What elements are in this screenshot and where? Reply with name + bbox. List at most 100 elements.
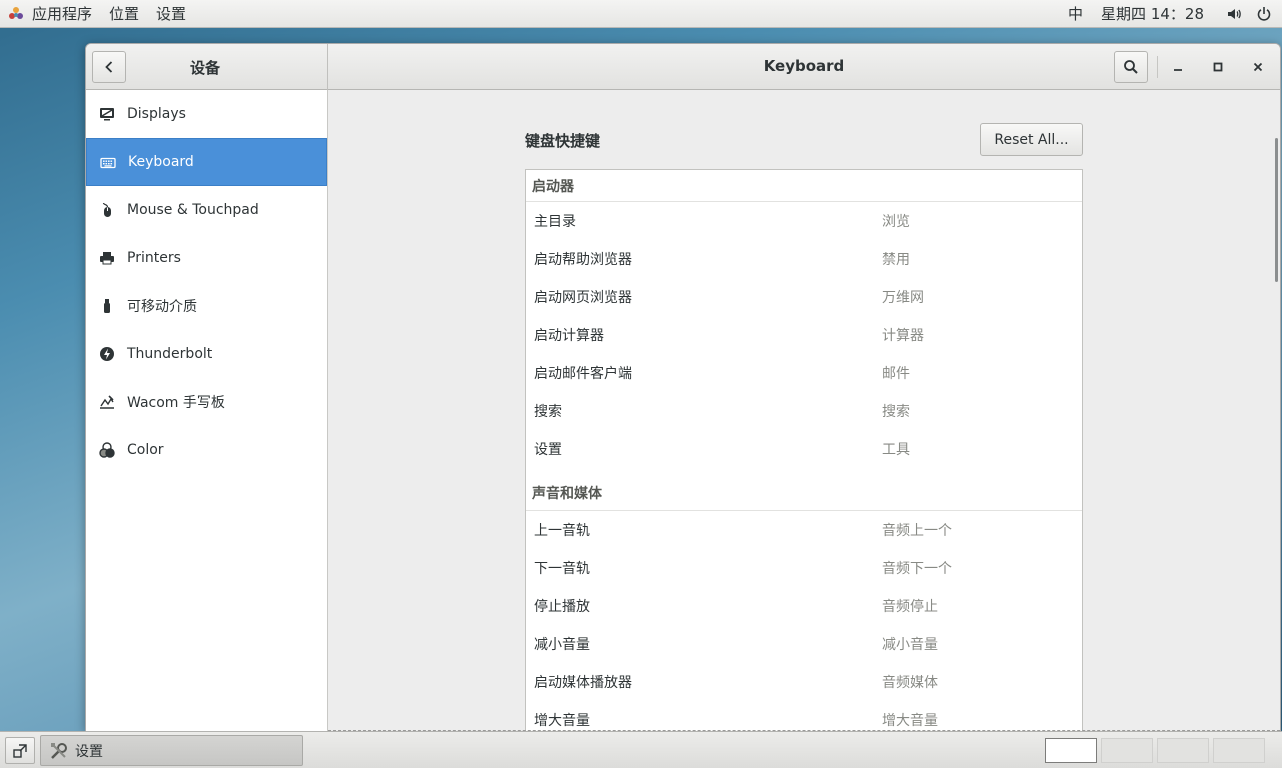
minimize-icon <box>1174 69 1182 71</box>
taskbar-item-label: 设置 <box>75 743 103 760</box>
shortcut-row[interactable]: 启动计算器 计算器 <box>526 316 1082 354</box>
shortcut-binding: 搜索 <box>882 404 910 420</box>
shortcut-action: 搜索 <box>534 404 562 420</box>
search-icon <box>1124 60 1138 74</box>
sidebar-item-displays[interactable]: Displays <box>86 90 327 138</box>
sidebar-item-label: Mouse & Touchpad <box>127 202 259 218</box>
sidebar-item-thunderbolt[interactable]: Thunderbolt <box>86 330 327 378</box>
sidebar-item-keyboard[interactable]: Keyboard <box>86 138 327 186</box>
close-icon <box>1253 62 1263 72</box>
device-sidebar: Displays Keyboard Mouse & Touchpad Print… <box>86 90 328 731</box>
shortcut-action: 启动网页浏览器 <box>534 290 632 306</box>
sidebar-item-label: Thunderbolt <box>127 346 213 362</box>
applications-icon <box>9 6 23 19</box>
sidebar-item-removable-media[interactable]: 可移动介质 <box>86 282 327 330</box>
shortcut-row[interactable]: 增大音量 增大音量 <box>526 701 1082 731</box>
sidebar-item-label: Displays <box>127 106 186 122</box>
shortcut-row[interactable]: 启动邮件客户端 邮件 <box>526 354 1082 392</box>
sidebar-title: 设备 <box>190 59 221 77</box>
workspace-4[interactable] <box>1213 738 1265 763</box>
mouse-icon <box>102 202 111 217</box>
sidebar-item-label: Wacom 手写板 <box>127 395 225 411</box>
shortcut-binding: 浏览 <box>882 214 910 230</box>
sidebar-item-mouse-touchpad[interactable]: Mouse & Touchpad <box>86 186 327 234</box>
shortcut-row[interactable]: 启动媒体播放器 音频媒体 <box>526 663 1082 701</box>
group-header-sound-media: 声音和媒体 <box>526 476 1082 511</box>
shortcut-binding: 禁用 <box>882 252 910 268</box>
close-button[interactable] <box>1246 55 1270 79</box>
applications-menu[interactable]: 应用程序 <box>26 3 103 24</box>
bottom-taskbar: 设置 <box>0 731 1282 768</box>
shortcut-action: 设置 <box>534 442 562 458</box>
power-icon[interactable] <box>1256 6 1272 22</box>
chevron-left-icon <box>105 61 113 73</box>
show-desktop-button[interactable] <box>5 737 35 764</box>
shortcut-action: 启动计算器 <box>534 328 604 344</box>
shortcuts-section-title: 键盘快捷键 <box>525 132 601 150</box>
tablet-icon <box>100 395 114 409</box>
shortcut-row[interactable]: 设置 工具 <box>526 430 1082 468</box>
shortcut-action: 启动邮件客户端 <box>534 366 632 382</box>
usb-media-icon <box>104 299 110 313</box>
keyboard-shortcuts-panel: 键盘快捷键 Reset All... 启动器 主目录 浏览 启动帮助浏览器 禁用… <box>328 90 1280 731</box>
shortcut-action: 增大音量 <box>534 713 590 729</box>
display-icon <box>100 108 114 121</box>
sidebar-item-color[interactable]: Color <box>86 426 327 474</box>
shortcut-row[interactable]: 上一音轨 音频上一个 <box>526 511 1082 549</box>
top-bar-status: 中 星期四 14：28 <box>1050 3 1282 24</box>
thunderbolt-icon <box>100 347 114 361</box>
sidebar-item-label: Printers <box>127 250 181 266</box>
keyboard-icon <box>100 157 116 169</box>
shortcut-binding: 音频停止 <box>882 599 938 615</box>
shortcut-row[interactable]: 启动网页浏览器 万维网 <box>526 278 1082 316</box>
shortcut-row[interactable]: 减小音量 减小音量 <box>526 625 1082 663</box>
input-method-indicator[interactable]: 中 <box>1068 3 1083 24</box>
maximize-button[interactable] <box>1206 55 1230 79</box>
sidebar-item-wacom-tablet[interactable]: Wacom 手写板 <box>86 378 327 426</box>
shortcut-row[interactable]: 搜索 搜索 <box>526 392 1082 430</box>
shortcut-binding: 工具 <box>882 442 910 458</box>
shortcut-row[interactable]: 启动帮助浏览器 禁用 <box>526 240 1082 278</box>
content-scrollbar[interactable] <box>1275 138 1278 282</box>
places-menu[interactable]: 位置 <box>103 3 150 24</box>
shortcut-binding: 邮件 <box>882 366 910 382</box>
shortcuts-list: 启动器 主目录 浏览 启动帮助浏览器 禁用 启动网页浏览器 万维网 启动计算器 … <box>525 169 1083 731</box>
settings-menu[interactable]: 设置 <box>150 3 197 24</box>
group-header-launchers: 启动器 <box>526 170 1082 202</box>
workspace-2[interactable] <box>1101 738 1153 763</box>
shortcut-binding: 音频媒体 <box>882 675 938 691</box>
shortcut-binding: 音频上一个 <box>882 523 952 539</box>
workspace-3[interactable] <box>1157 738 1209 763</box>
taskbar-item-settings[interactable]: 设置 <box>40 735 303 766</box>
sidebar-item-label: Color <box>127 442 164 458</box>
minimize-button[interactable] <box>1166 55 1190 79</box>
shortcut-binding: 减小音量 <box>882 637 938 653</box>
shortcut-binding: 音频下一个 <box>882 561 952 577</box>
back-button[interactable] <box>92 51 126 83</box>
clock[interactable]: 星期四 14：28 <box>1101 3 1204 24</box>
printer-icon <box>100 252 114 265</box>
sidebar-item-printers[interactable]: Printers <box>86 234 327 282</box>
sidebar-header: 设备 <box>86 44 328 90</box>
shortcut-action: 启动帮助浏览器 <box>534 252 632 268</box>
shortcut-action: 启动媒体播放器 <box>534 675 632 691</box>
search-button[interactable] <box>1114 51 1148 83</box>
color-icon <box>99 442 115 458</box>
shortcut-binding: 万维网 <box>882 290 924 306</box>
top-bar-menus: 应用程序 位置 设置 <box>0 3 197 24</box>
reset-all-button[interactable]: Reset All... <box>980 123 1083 156</box>
shortcut-row[interactable]: 下一音轨 音频下一个 <box>526 549 1082 587</box>
settings-tools-icon <box>51 742 67 759</box>
shortcut-row[interactable]: 主目录 浏览 <box>526 202 1082 240</box>
shortcut-action: 停止播放 <box>534 599 590 615</box>
shortcut-binding: 增大音量 <box>882 713 938 729</box>
maximize-icon <box>1213 62 1223 72</box>
header-separator <box>1157 56 1158 78</box>
sidebar-item-label: 可移动介质 <box>127 299 197 315</box>
show-desktop-icon <box>13 743 27 758</box>
shortcut-row[interactable]: 停止播放 音频停止 <box>526 587 1082 625</box>
workspace-1[interactable] <box>1045 738 1097 763</box>
shortcut-binding: 计算器 <box>882 328 924 344</box>
sidebar-item-label: Keyboard <box>128 154 194 170</box>
volume-icon[interactable] <box>1226 6 1242 22</box>
